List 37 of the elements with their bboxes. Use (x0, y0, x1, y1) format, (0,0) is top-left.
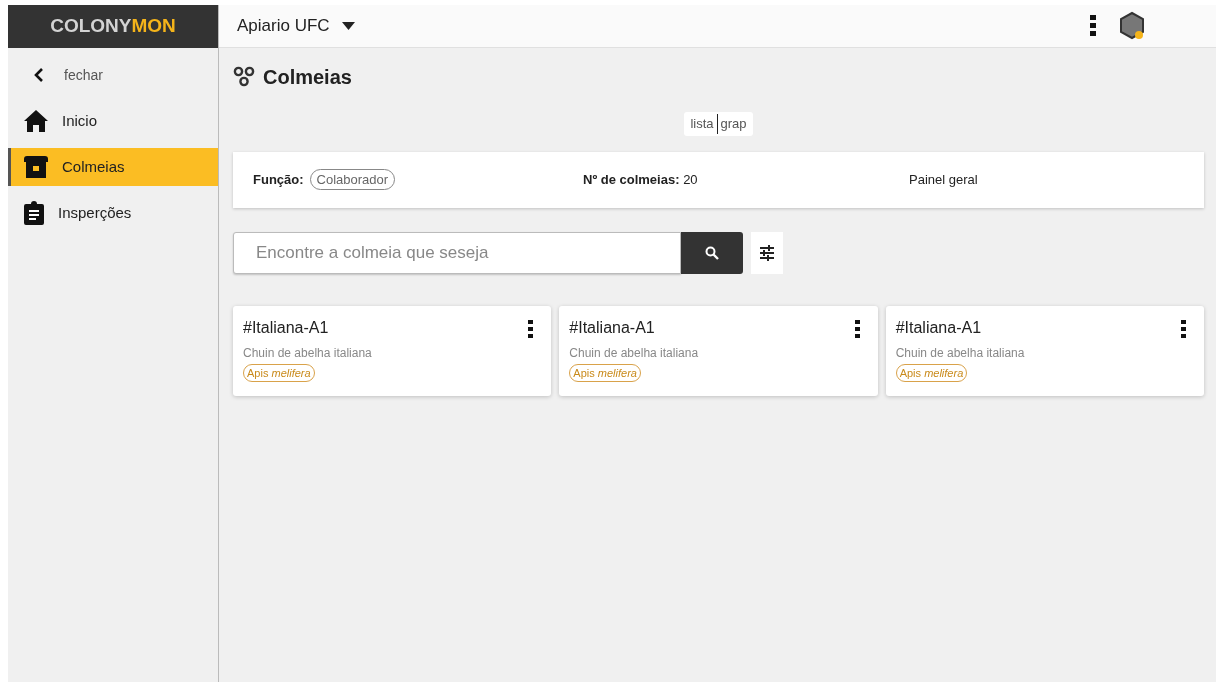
caret-icon (341, 22, 355, 30)
home-icon (24, 110, 48, 132)
avatar-icon[interactable] (1120, 11, 1146, 41)
more-icon[interactable] (1181, 319, 1186, 338)
hive-icon (24, 156, 48, 178)
hive-name: #Italiana-A1 (243, 317, 329, 338)
hive-description: Chuin de abelha italiana (569, 344, 700, 362)
panel-label: Painel geral (909, 171, 978, 187)
role-label: Função: (253, 170, 304, 189)
hive-description: Chuin de abelha italiana (895, 344, 1026, 362)
hive-card[interactable]: #Italiana-A1 Chuin de abelha italiana Apis melifera (559, 305, 878, 396)
sidebar-item[interactable]: Insperções (8, 194, 218, 232)
more-icon[interactable] (528, 319, 534, 338)
filter-button[interactable] (751, 231, 783, 274)
search-button[interactable] (681, 231, 743, 274)
app-logo: COLONYMON (8, 5, 218, 48)
search-field[interactable]: Encontre a colmeia que seseja (233, 231, 681, 274)
sidebar-item[interactable]: Inicio (8, 102, 218, 140)
more-icon[interactable] (1090, 15, 1096, 37)
search-icon (705, 245, 719, 260)
hexagons-icon (233, 66, 255, 88)
sidebar-item[interactable]: Colmeias (8, 148, 218, 186)
close-button[interactable]: fechar (8, 56, 218, 94)
hive-card[interactable]: #Italiana-A1 Chuin de abelha italiana Apis melifera (885, 305, 1204, 396)
hive-description: Chuin de abelha italiana (243, 344, 373, 362)
hive-name: #Italiana-A1 (895, 317, 982, 338)
more-icon[interactable] (854, 319, 860, 338)
hive-count: Nº de colmeias: 20 (583, 171, 698, 187)
view-option[interactable]: lista (687, 114, 717, 134)
hive-card[interactable]: #Italiana-A1 Chuin de abelha italiana Apis melifera (233, 305, 552, 396)
view-option[interactable]: grap (716, 114, 750, 134)
sliders-icon (759, 244, 775, 261)
hive-name: #Italiana-A1 (569, 317, 655, 338)
chevron-left-icon (34, 68, 44, 82)
page-title: Colmeias (263, 65, 352, 90)
apiary-dropdown[interactable]: Apiario UFC (237, 13, 355, 39)
clipboard-icon (24, 201, 44, 225)
